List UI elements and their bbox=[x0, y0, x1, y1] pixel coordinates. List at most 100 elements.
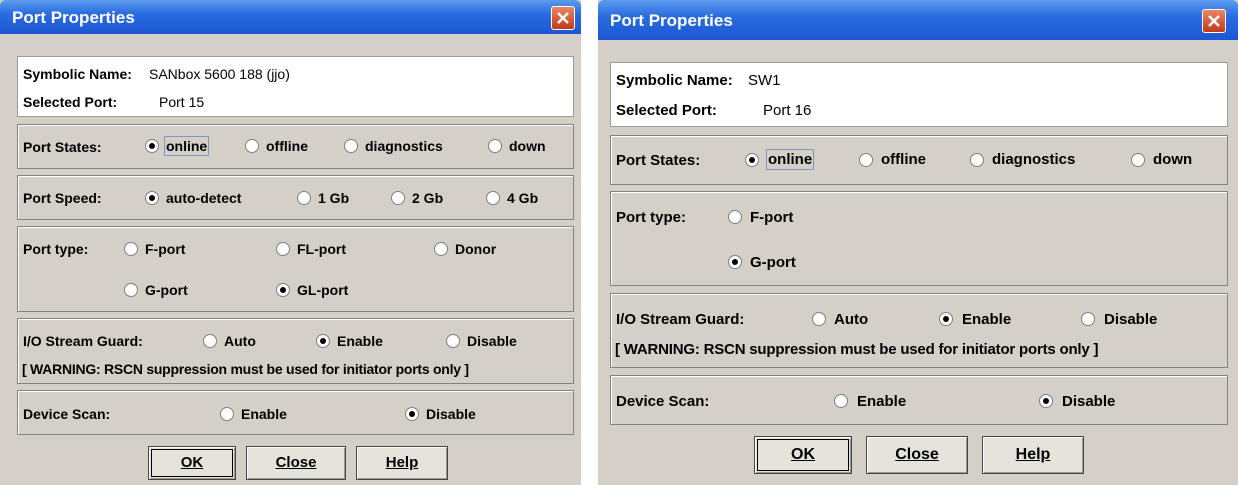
port-speed-panel: Port Speed: auto-detect 1 Gb 2 Gb 4 Gb bbox=[17, 175, 574, 220]
io-guard-auto-label[interactable]: Auto bbox=[834, 311, 868, 328]
symbolic-name-value: SW1 bbox=[748, 72, 781, 89]
io-stream-guard-label: I/O Stream Guard: bbox=[23, 333, 143, 349]
port-speed-4gb-label[interactable]: 4 Gb bbox=[507, 190, 538, 206]
port-type-gport-label[interactable]: G-port bbox=[145, 282, 188, 298]
port-state-diagnostics-radio[interactable] bbox=[344, 139, 358, 153]
port-state-down-radio[interactable] bbox=[488, 139, 502, 153]
port-states-panel: Port States: online offline diagnostics … bbox=[610, 135, 1228, 185]
port-properties-dialog-left: Port Properties Symbolic Name: SANbox 56… bbox=[0, 0, 581, 485]
device-scan-label: Device Scan: bbox=[616, 393, 710, 410]
info-panel: Symbolic Name: SANbox 5600 188 (jjo) Sel… bbox=[17, 56, 574, 117]
port-state-down-label[interactable]: down bbox=[509, 138, 546, 154]
device-scan-disable-label[interactable]: Disable bbox=[426, 406, 476, 422]
io-guard-enable-label[interactable]: Enable bbox=[337, 333, 383, 349]
port-type-glport-label[interactable]: GL-port bbox=[297, 282, 348, 298]
port-type-gport-radio[interactable] bbox=[124, 283, 138, 297]
port-properties-dialog-right: Port Properties Symbolic Name: SW1 Selec… bbox=[598, 0, 1238, 485]
port-type-fport-label[interactable]: F-port bbox=[750, 209, 793, 226]
io-guard-auto-radio[interactable] bbox=[812, 312, 826, 326]
rscn-warning: [ WARNING: RSCN suppression must be used… bbox=[615, 341, 1099, 358]
io-guard-enable-radio[interactable] bbox=[939, 312, 953, 326]
port-state-online-radio[interactable] bbox=[745, 153, 759, 167]
help-button-label: Help bbox=[385, 454, 419, 471]
device-scan-panel: Device Scan: Enable Disable bbox=[17, 390, 574, 435]
window-close-button[interactable] bbox=[1202, 9, 1226, 33]
port-speed-2gb-label[interactable]: 2 Gb bbox=[412, 190, 443, 206]
help-button-label: Help bbox=[1015, 446, 1051, 463]
io-guard-enable-label[interactable]: Enable bbox=[962, 311, 1011, 328]
port-type-panel: Port type: F-port G-port bbox=[610, 191, 1228, 286]
device-scan-disable-radio[interactable] bbox=[405, 407, 419, 421]
port-state-online-radio[interactable] bbox=[145, 139, 159, 153]
device-scan-enable-radio[interactable] bbox=[834, 394, 848, 408]
port-state-down-radio[interactable] bbox=[1131, 153, 1145, 167]
port-type-glport-radio[interactable] bbox=[276, 283, 290, 297]
io-guard-disable-radio[interactable] bbox=[1081, 312, 1095, 326]
selected-port-label: Selected Port: bbox=[23, 94, 118, 110]
io-guard-disable-radio[interactable] bbox=[446, 334, 460, 348]
symbolic-name-value: SANbox 5600 188 (jjo) bbox=[149, 66, 290, 82]
device-scan-enable-label[interactable]: Enable bbox=[241, 406, 287, 422]
ok-button[interactable]: OK bbox=[148, 446, 236, 480]
port-speed-2gb-radio[interactable] bbox=[391, 191, 405, 205]
io-stream-guard-panel: I/O Stream Guard: Auto Enable Disable [ … bbox=[610, 293, 1228, 368]
port-speed-1gb-radio[interactable] bbox=[297, 191, 311, 205]
io-guard-disable-label[interactable]: Disable bbox=[467, 333, 517, 349]
close-button[interactable]: Close bbox=[866, 436, 968, 474]
ok-button-label: OK bbox=[180, 454, 204, 471]
io-guard-auto-radio[interactable] bbox=[203, 334, 217, 348]
port-type-flport-radio[interactable] bbox=[276, 242, 290, 256]
selected-port-value: Port 16 bbox=[763, 102, 812, 119]
port-state-offline-radio[interactable] bbox=[859, 153, 873, 167]
device-scan-disable-radio[interactable] bbox=[1039, 394, 1053, 408]
port-speed-auto-label[interactable]: auto-detect bbox=[166, 190, 241, 206]
io-guard-enable-radio[interactable] bbox=[316, 334, 330, 348]
device-scan-label: Device Scan: bbox=[23, 406, 111, 422]
port-state-down-label[interactable]: down bbox=[1153, 151, 1192, 168]
port-type-flport-label[interactable]: FL-port bbox=[297, 241, 346, 257]
port-type-donor-label[interactable]: Donor bbox=[455, 241, 496, 257]
device-scan-panel: Device Scan: Enable Disable bbox=[610, 375, 1228, 425]
io-stream-guard-panel: I/O Stream Guard: Auto Enable Disable [ … bbox=[17, 318, 574, 384]
close-button[interactable]: Close bbox=[246, 446, 346, 480]
port-state-online-label[interactable]: online bbox=[765, 149, 815, 170]
close-icon bbox=[1208, 15, 1220, 27]
port-type-fport-radio[interactable] bbox=[124, 242, 138, 256]
port-type-donor-radio[interactable] bbox=[434, 242, 448, 256]
device-scan-enable-radio[interactable] bbox=[220, 407, 234, 421]
window-title: Port Properties bbox=[610, 11, 733, 30]
port-state-diagnostics-radio[interactable] bbox=[970, 153, 984, 167]
close-icon bbox=[557, 12, 569, 24]
port-state-offline-radio[interactable] bbox=[245, 139, 259, 153]
port-speed-auto-radio[interactable] bbox=[145, 191, 159, 205]
io-guard-auto-label[interactable]: Auto bbox=[224, 333, 256, 349]
port-speed-1gb-label[interactable]: 1 Gb bbox=[318, 190, 349, 206]
device-scan-disable-label[interactable]: Disable bbox=[1062, 393, 1115, 410]
title-bar: Port Properties bbox=[0, 0, 581, 34]
port-speed-4gb-radio[interactable] bbox=[486, 191, 500, 205]
symbolic-name-label: Symbolic Name: bbox=[616, 72, 733, 89]
port-type-gport-radio[interactable] bbox=[728, 255, 742, 269]
port-state-offline-label[interactable]: offline bbox=[266, 138, 308, 154]
io-guard-disable-label[interactable]: Disable bbox=[1104, 311, 1157, 328]
rscn-warning: [ WARNING: RSCN suppression must be used… bbox=[22, 361, 469, 377]
port-states-label: Port States: bbox=[616, 152, 701, 169]
port-state-diagnostics-label[interactable]: diagnostics bbox=[365, 138, 443, 154]
device-scan-enable-label[interactable]: Enable bbox=[857, 393, 906, 410]
port-type-label: Port type: bbox=[23, 241, 89, 257]
port-type-fport-radio[interactable] bbox=[728, 210, 742, 224]
port-type-fport-label[interactable]: F-port bbox=[145, 241, 185, 257]
port-type-gport-label[interactable]: G-port bbox=[750, 254, 796, 271]
port-state-offline-label[interactable]: offline bbox=[881, 151, 926, 168]
port-state-online-label[interactable]: online bbox=[163, 136, 210, 156]
ok-button[interactable]: OK bbox=[754, 436, 852, 474]
port-states-label: Port States: bbox=[23, 139, 102, 155]
close-button-label: Close bbox=[275, 454, 317, 471]
help-button[interactable]: Help bbox=[356, 446, 448, 480]
window-title: Port Properties bbox=[12, 8, 135, 27]
window-close-button[interactable] bbox=[551, 6, 575, 30]
help-button[interactable]: Help bbox=[982, 436, 1084, 474]
io-stream-guard-label: I/O Stream Guard: bbox=[616, 311, 745, 328]
info-panel: Symbolic Name: SW1 Selected Port: Port 1… bbox=[610, 62, 1228, 127]
port-state-diagnostics-label[interactable]: diagnostics bbox=[992, 151, 1075, 168]
